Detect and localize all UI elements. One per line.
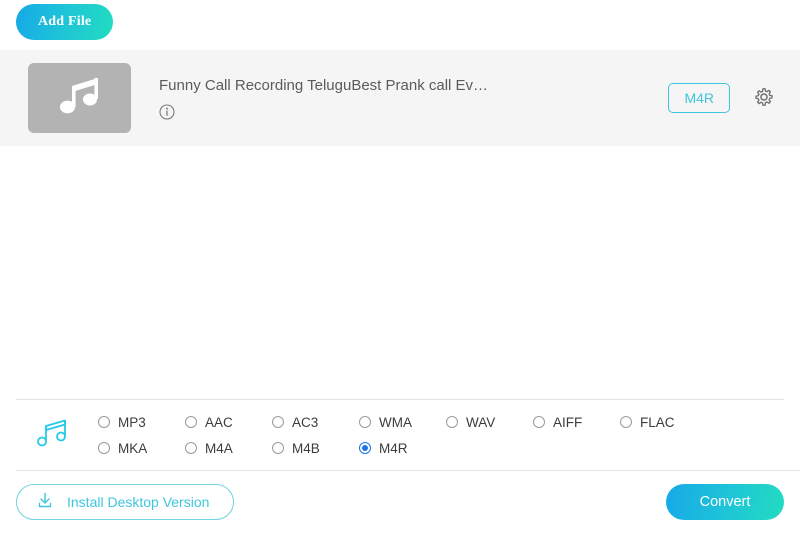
format-label: WMA [379, 414, 412, 430]
format-option-mp3[interactable]: MP3 [98, 415, 185, 430]
format-label: M4B [292, 440, 320, 456]
format-label: FLAC [640, 414, 675, 430]
gear-icon [752, 85, 776, 112]
format-option-ac3[interactable]: AC3 [272, 415, 359, 430]
info-icon[interactable] [159, 103, 175, 120]
file-thumbnail [28, 63, 131, 133]
top-toolbar: Add File [0, 0, 800, 44]
radio-wma[interactable] [359, 416, 371, 428]
radio-m4r[interactable] [359, 442, 371, 454]
install-desktop-version-button[interactable]: Install Desktop Version [16, 483, 235, 520]
add-file-button[interactable]: Add File [16, 4, 114, 40]
convert-button[interactable]: Convert [666, 483, 784, 520]
music-note-icon [57, 75, 103, 122]
radio-ac3[interactable] [272, 416, 284, 428]
format-options-grid: MP3 AAC AC3 WMA WAV AIFF FLAC MKA M4A M4… [98, 409, 784, 461]
radio-aiff[interactable] [533, 416, 545, 428]
radio-mp3[interactable] [98, 416, 110, 428]
format-option-aiff[interactable]: AIFF [533, 415, 620, 430]
music-note-icon [35, 417, 69, 454]
footer-bar: Install Desktop Version Convert [0, 470, 800, 533]
install-button-label: Install Desktop Version [67, 493, 210, 510]
file-list: Funny Call Recording TeluguBest Prank ca… [0, 50, 800, 146]
file-info: Funny Call Recording TeluguBest Prank ca… [159, 77, 668, 120]
format-option-m4a[interactable]: M4A [185, 441, 272, 456]
footer-top-divider [16, 470, 800, 471]
format-label: AAC [205, 414, 233, 430]
radio-aac[interactable] [185, 416, 197, 428]
file-title: Funny Call Recording TeluguBest Prank ca… [159, 76, 489, 94]
format-option-m4b[interactable]: M4B [272, 441, 359, 456]
file-format-badge[interactable]: M4R [668, 83, 730, 113]
file-settings-button[interactable] [752, 85, 776, 112]
formats-body: MP3 AAC AC3 WMA WAV AIFF FLAC MKA M4A M4… [0, 400, 800, 470]
format-label: M4A [205, 440, 233, 456]
audio-format-icon [30, 417, 74, 454]
format-label: MKA [118, 440, 148, 456]
format-option-wma[interactable]: WMA [359, 415, 446, 430]
radio-wav[interactable] [446, 416, 458, 428]
format-label: AC3 [292, 414, 319, 430]
format-option-aac[interactable]: AAC [185, 415, 272, 430]
radio-m4a[interactable] [185, 442, 197, 454]
format-label: AIFF [553, 414, 583, 430]
download-icon [35, 490, 55, 513]
format-option-mka[interactable]: MKA [98, 441, 185, 456]
radio-flac[interactable] [620, 416, 632, 428]
format-label: WAV [466, 414, 496, 430]
format-label: MP3 [118, 414, 146, 430]
radio-mka[interactable] [98, 442, 110, 454]
formats-section: MP3 AAC AC3 WMA WAV AIFF FLAC MKA M4A M4… [0, 399, 800, 470]
radio-m4b[interactable] [272, 442, 284, 454]
format-option-flac[interactable]: FLAC [620, 415, 707, 430]
file-row[interactable]: Funny Call Recording TeluguBest Prank ca… [0, 50, 800, 146]
format-option-wav[interactable]: WAV [446, 415, 533, 430]
format-option-m4r[interactable]: M4R [359, 441, 446, 456]
format-label: M4R [379, 440, 408, 456]
